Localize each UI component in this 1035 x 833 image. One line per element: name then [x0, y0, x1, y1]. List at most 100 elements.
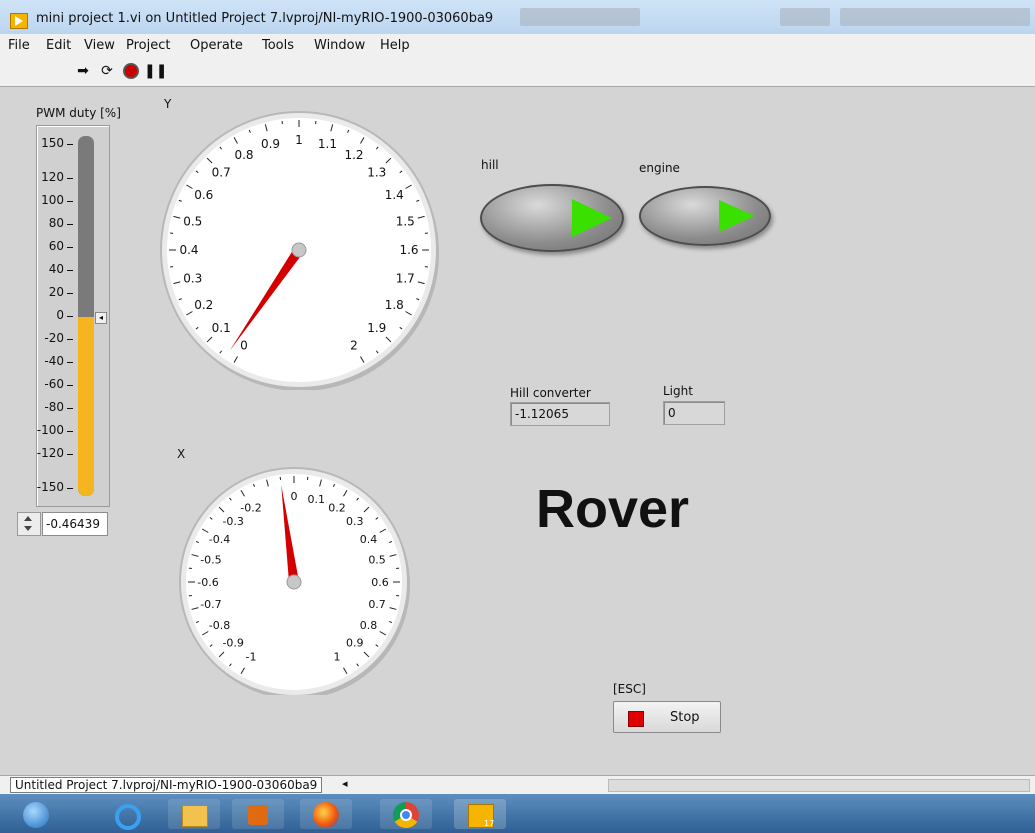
pwm-tick-mark: [67, 384, 73, 386]
menu-window[interactable]: Window: [314, 38, 365, 53]
gauge-x-tick-label: -0.4: [209, 533, 230, 546]
rover-title: Rover: [536, 479, 690, 539]
pwm-slider-fill: [78, 316, 94, 496]
gauge-y-tick-label: 1.4: [385, 188, 404, 202]
pwm-tick-mark: [67, 270, 73, 272]
gauge-x-tick-label: 0.5: [368, 554, 386, 567]
stop-button[interactable]: Stop: [613, 701, 721, 733]
gauge-x-hub: [286, 574, 302, 590]
hill-led-label: hill: [481, 158, 499, 172]
pwm-tick-mark: [67, 247, 73, 249]
horizontal-scrollbar[interactable]: [608, 779, 1030, 792]
hill-led-arrow-icon: [572, 199, 612, 237]
gauge-x-tick-label: 0: [291, 490, 298, 503]
pwm-tick-label: -60: [44, 376, 64, 391]
pwm-numeric-control[interactable]: -0.46439: [42, 512, 108, 536]
gauge-x-tick-label: 0.1: [308, 493, 326, 506]
pwm-tick-label: 150: [41, 136, 64, 150]
labview-icon[interactable]: 17: [454, 799, 506, 829]
pwm-tick-mark: [67, 430, 73, 432]
menu-bar: File Edit View Project Operate Tools Win…: [0, 34, 1035, 57]
status-bar: Untitled Project 7.lvproj/NI-myRIO-1900-…: [0, 775, 1035, 794]
scroll-left-icon[interactable]: ◂: [342, 777, 348, 790]
internet-explorer-icon[interactable]: [100, 799, 152, 830]
firefox-icon[interactable]: [300, 799, 352, 829]
gauge-x-tick-label: -1: [246, 650, 257, 663]
engine-led-label: engine: [639, 161, 680, 175]
media-player-icon[interactable]: [232, 799, 284, 829]
gauge-y-tick-label: 0.3: [183, 272, 202, 286]
hill-converter-label: Hill converter: [510, 386, 591, 400]
pwm-tick-mark: [67, 453, 73, 455]
gauge-y-tick-label: 1.8: [385, 298, 404, 312]
menu-help[interactable]: Help: [380, 38, 410, 53]
menu-tools[interactable]: Tools: [262, 38, 294, 53]
blurred-window-tab: [840, 8, 1030, 26]
pwm-tick-mark: [67, 178, 73, 180]
chrome-icon[interactable]: [380, 799, 432, 829]
run-arrow-icon[interactable]: ➡: [74, 62, 92, 80]
gauge-x-tick-label: 0.4: [360, 533, 378, 546]
pause-icon[interactable]: ❚❚: [144, 62, 167, 80]
menu-view[interactable]: View: [84, 38, 115, 53]
stop-shortcut-label: [ESC]: [613, 682, 646, 696]
menu-file[interactable]: File: [8, 38, 30, 53]
pwm-tick-mark: [67, 293, 73, 295]
gauge-y-tick-label: 1.2: [344, 148, 363, 162]
pwm-tick-mark: [67, 224, 73, 226]
pwm-tick-label: -100: [36, 422, 64, 437]
gauge-x: -1-0.9-0.8-0.7-0.6-0.5-0.4-0.3-0.20 0.10.…: [179, 467, 410, 695]
gauge-x-tick-label: -0.2: [240, 501, 261, 514]
pwm-tick-mark: [67, 201, 73, 203]
pwm-value: -0.46439: [46, 517, 100, 531]
gauge-y-tick-label: 0.4: [179, 243, 198, 257]
menu-operate[interactable]: Operate: [190, 38, 243, 53]
blurred-window-tab: [780, 8, 830, 26]
gauge-y-tick-label: 2: [350, 338, 358, 352]
start-button[interactable]: [10, 799, 62, 829]
file-explorer-icon[interactable]: [168, 799, 220, 829]
pwm-tick-mark: [67, 407, 73, 409]
menu-project[interactable]: Project: [126, 38, 170, 53]
gauge-y-tick-label: 1.1: [318, 137, 337, 151]
pwm-tick-mark: [67, 488, 73, 489]
pwm-slider-track[interactable]: [78, 136, 94, 496]
gauge-y-label: Y: [164, 97, 172, 111]
hill-converter-indicator: -1.12065: [510, 402, 610, 426]
stop-button-label: Stop: [670, 710, 700, 725]
pwm-tick-label: -120: [36, 445, 64, 460]
gauge-x-tick-label: -0.8: [209, 619, 230, 632]
gauge-x-label: X: [177, 447, 186, 461]
engine-led: [639, 186, 771, 246]
gauge-x-tick-label: -0.6: [197, 576, 218, 589]
gauge-y-tick-label: 0.1: [212, 321, 231, 335]
gauge-x-tick-label: 1: [334, 650, 341, 663]
pwm-tick-label: 60: [48, 239, 64, 254]
run-continuous-icon[interactable]: ⟳: [98, 62, 116, 80]
light-label: Light: [663, 384, 693, 398]
gauge-y-tick-label: 1.9: [367, 321, 386, 335]
abort-icon[interactable]: [122, 62, 140, 80]
toolbar: ➡ ⟳ ❚❚: [0, 56, 1035, 87]
hill-led: [480, 184, 624, 252]
stop-square-icon: [628, 711, 644, 727]
pwm-tick-label: 100: [41, 193, 64, 208]
gauge-y-tick-label: 1.7: [396, 272, 415, 286]
pwm-slider-thumb[interactable]: ◂: [95, 311, 107, 324]
taskbar: 17: [0, 794, 1035, 833]
pwm-increment-decrement-icon[interactable]: [17, 512, 41, 536]
gauge-y-tick-label: 0.8: [234, 148, 253, 162]
menu-edit[interactable]: Edit: [46, 38, 71, 53]
gauge-x-tick-label: 0.7: [368, 598, 386, 611]
pwm-tick-label: 0: [56, 308, 64, 322]
blurred-window-title: [520, 8, 640, 26]
gauge-x-tick-label: 0.6: [371, 576, 389, 589]
project-path[interactable]: Untitled Project 7.lvproj/NI-myRIO-1900-…: [10, 777, 323, 793]
window-title: mini project 1.vi on Untitled Project 7.…: [36, 11, 494, 26]
engine-led-arrow-icon: [719, 200, 755, 232]
gauge-y-tick-label: 1.5: [396, 215, 415, 229]
gauge-x-tick-label: -0.5: [200, 554, 221, 567]
gauge-x-tick-label: 0.8: [360, 619, 378, 632]
gauge-x-tick-label: -0.9: [222, 637, 243, 650]
gauge-y-hub: [291, 242, 307, 258]
